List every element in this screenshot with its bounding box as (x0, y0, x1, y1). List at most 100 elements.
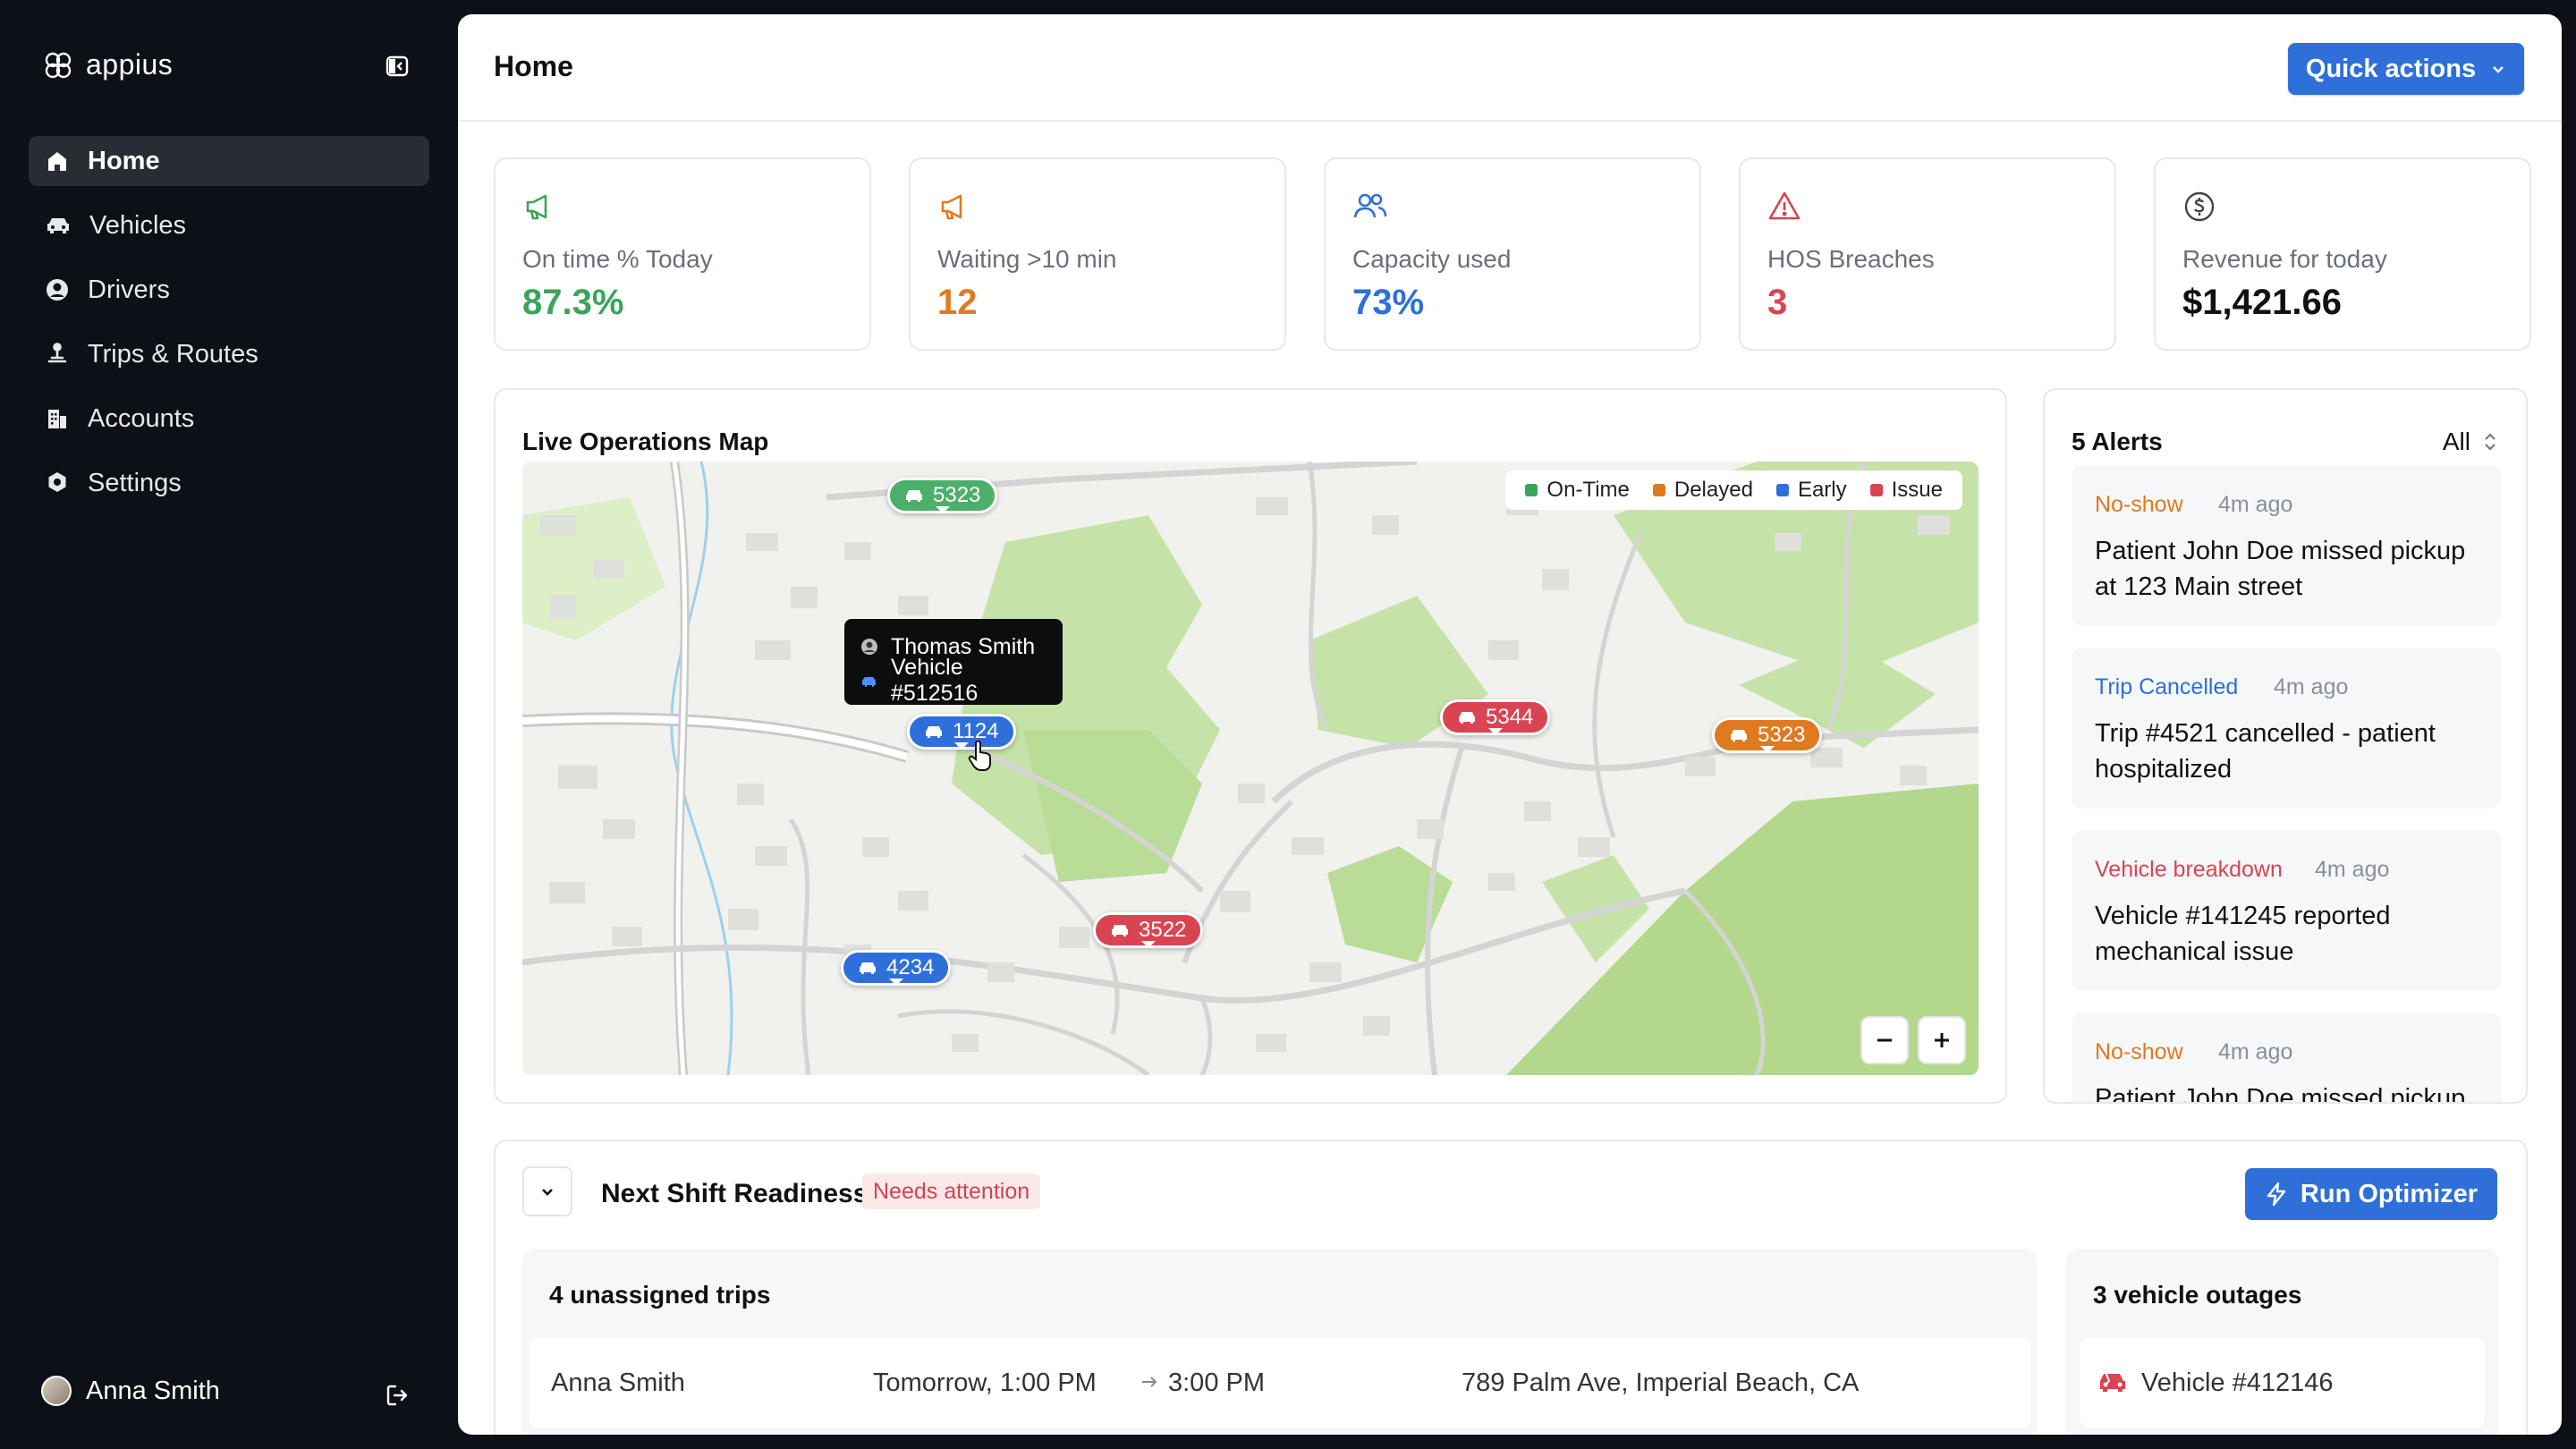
quick-actions-label: Quick actions (2305, 54, 2477, 83)
alerts-filter-select[interactable]: All (2443, 428, 2497, 456)
alert-message: Trip #4521 cancelled - patient hospitali… (2095, 719, 2436, 784)
dollar-icon (2182, 190, 2216, 224)
legend-swatch (1869, 484, 1883, 496)
trip-end-time: 3:00 PM (1168, 1368, 1265, 1397)
sidebar-item-trips-routes[interactable]: Trips & Routes (29, 329, 429, 379)
megaphone-icon (522, 190, 556, 224)
arrow-right-icon (1140, 1372, 1159, 1392)
kpi-label: Capacity used (1352, 245, 1512, 273)
alert-item[interactable]: Trip Cancelled 4m ago Trip #4521 cancell… (2072, 648, 2501, 809)
sidebar-item-settings[interactable]: Settings (29, 458, 429, 508)
alert-item[interactable]: Vehicle breakdown 4m ago Vehicle #141245… (2072, 830, 2501, 991)
legend-item-early: Early (1775, 478, 1847, 503)
avatar (41, 1376, 72, 1406)
vehicle-pin-label: 5323 (933, 483, 981, 507)
vehicle-pin-label: 5344 (1486, 705, 1534, 729)
live-operations-map-card: Live Operations Map On-Time Delayed Earl… (494, 388, 2007, 1104)
alert-type: No-show (2095, 492, 2183, 517)
sidebar-nav: Home Vehicles Drivers Trips & Routes Acc… (29, 136, 429, 522)
alert-time: 4m ago (2315, 857, 2390, 882)
sidebar-item-label: Drivers (88, 275, 170, 304)
kpi-label: Revenue for today (2182, 245, 2387, 273)
sidebar-item-drivers[interactable]: Drivers (29, 265, 429, 315)
tooltip-vehicle-row: Vehicle #512516 (860, 655, 1046, 706)
car-icon (924, 724, 944, 740)
car-icon (860, 673, 878, 689)
user-profile[interactable]: Anna Smith (41, 1376, 220, 1406)
logo-icon (43, 50, 73, 80)
alert-message: Patient John Doe missed pickup (2095, 1084, 2466, 1104)
alert-type: Vehicle breakdown (2095, 857, 2283, 882)
vehicle-outages-title: 3 vehicle outages (2093, 1281, 2302, 1309)
alert-type: No-show (2095, 1039, 2183, 1064)
run-optimizer-button[interactable]: Run Optimizer (2245, 1168, 2497, 1220)
collapse-section-button[interactable] (522, 1166, 572, 1216)
zoom-in-button[interactable] (1918, 1016, 1966, 1064)
main-content: Home Quick actions On time % Today 87.3%… (458, 14, 2562, 1435)
map-base (522, 462, 1979, 1075)
alert-item[interactable]: No-show 4m ago Patient John Doe missed p… (2072, 465, 2501, 626)
home-icon (45, 148, 70, 174)
alert-type: Trip Cancelled (2095, 674, 2239, 699)
vehicle-pin[interactable]: 3522 (1093, 912, 1204, 948)
route-icon (45, 342, 70, 367)
user-circle-icon (860, 638, 878, 656)
car-icon (1729, 727, 1749, 743)
minus-icon (1874, 1030, 1895, 1051)
chevron-up-down-icon (2483, 431, 2497, 453)
car-icon (1110, 922, 1130, 938)
vehicle-pin-label: 3522 (1139, 918, 1187, 942)
vehicle-pin[interactable]: 5323 (1712, 717, 1823, 753)
map-legend: On-Time Delayed Early Issue (1505, 470, 1962, 510)
live-map[interactable]: On-Time Delayed Early Issue 5323 1124 53… (522, 462, 1979, 1075)
kpi-card-on-time: On time % Today 87.3% (494, 157, 871, 351)
car-icon (858, 960, 877, 976)
kpi-card-capacity: Capacity used 73% (1324, 157, 1701, 351)
collapse-sidebar-icon[interactable] (385, 54, 410, 79)
legend-item-delayed: Delayed (1652, 478, 1753, 503)
legend-swatch (1652, 484, 1665, 496)
table-row[interactable]: Anna Smith Tomorrow, 1:00 PM 3:00 PM 789… (530, 1338, 2030, 1428)
user-circle-icon (45, 277, 70, 302)
vehicle-pin[interactable]: 5323 (887, 478, 998, 513)
trip-start-time: Tomorrow, 1:00 PM (873, 1368, 1097, 1397)
building-icon (45, 406, 70, 431)
sidebar-item-accounts[interactable]: Accounts (29, 394, 429, 444)
vehicle-pin[interactable]: 1124 (907, 714, 1016, 750)
vehicle-tooltip: Thomas Smith Vehicle #512516 (844, 619, 1063, 706)
legend-label: Early (1797, 478, 1847, 502)
chevron-down-icon (2490, 61, 2506, 77)
vehicle-pin[interactable]: 4234 (841, 950, 952, 986)
next-shift-readiness-panel: Next Shift Readiness Needs attention Run… (494, 1140, 2528, 1435)
zoom-out-button[interactable] (1860, 1016, 1909, 1064)
legend-label: Issue (1891, 478, 1943, 502)
alert-item[interactable]: No-show 4m ago Patient John Doe missed p… (2072, 1013, 2501, 1104)
alerts-title: 5 Alerts (2072, 428, 2163, 455)
alert-message: Patient John Doe missed pickup at 123 Ma… (2095, 537, 2466, 601)
quick-actions-button[interactable]: Quick actions (2288, 43, 2524, 95)
kpi-card-waiting: Waiting >10 min 12 (909, 157, 1286, 351)
trip-address: 789 Palm Ave, Imperial Beach, CA (1462, 1368, 1860, 1397)
car-icon (1457, 709, 1477, 725)
sidebar-item-label: Home (88, 146, 160, 175)
app-logo[interactable]: appius (43, 48, 173, 81)
legend-item-on-time: On-Time (1525, 478, 1630, 503)
unassigned-trips-card: 4 unassigned trips Anna Smith Tomorrow, … (522, 1249, 2038, 1435)
sidebar-item-vehicles[interactable]: Vehicles (29, 200, 429, 250)
alert-time: 4m ago (2218, 492, 2293, 517)
kpi-label: HOS Breaches (1767, 245, 1935, 273)
alert-time: 4m ago (2218, 1039, 2293, 1064)
trip-patient: Anna Smith (551, 1368, 685, 1397)
sidebar-item-label: Vehicles (89, 210, 187, 240)
broken-car-icon (2097, 1368, 2129, 1395)
unassigned-trips-title: 4 unassigned trips (549, 1281, 771, 1309)
vehicle-pin-label: 4234 (886, 955, 935, 979)
plus-icon (1931, 1030, 1953, 1051)
vehicle-pin[interactable]: 5344 (1440, 699, 1551, 735)
sidebar-item-home[interactable]: Home (29, 136, 429, 186)
logout-icon[interactable] (385, 1383, 410, 1408)
kpi-row: On time % Today 87.3% Waiting >10 min 12… (494, 157, 2531, 351)
legend-label: On-Time (1546, 478, 1630, 502)
table-row[interactable]: Vehicle #412146 (2080, 1338, 2485, 1428)
kpi-value: $1,421.66 (2182, 283, 2342, 322)
